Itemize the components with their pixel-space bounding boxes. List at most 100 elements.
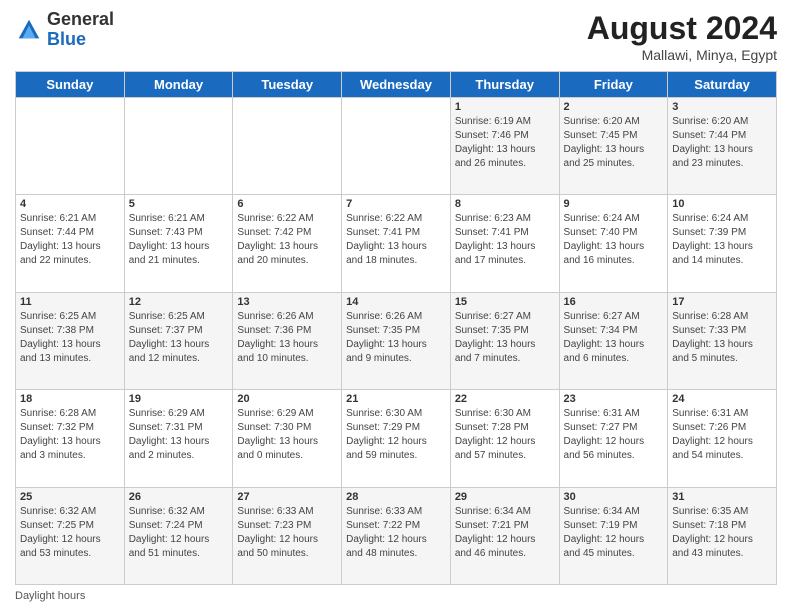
calendar-header-sunday: Sunday xyxy=(16,72,125,98)
calendar-cell: 7 Sunrise: 6:22 AM Sunset: 7:41 PM Daylig… xyxy=(342,195,451,292)
day-detail: Sunrise: 6:34 AM Sunset: 7:21 PM Dayligh… xyxy=(455,505,555,561)
day-number: 21 xyxy=(346,393,446,405)
calendar-cell: 15 Sunrise: 6:27 AM Sunset: 7:35 PM Dayli… xyxy=(450,292,559,389)
calendar-cell: 26 Sunrise: 6:32 AM Sunset: 7:24 PM Dayli… xyxy=(124,487,233,584)
day-number: 7 xyxy=(346,198,446,210)
day-detail: Sunrise: 6:28 AM Sunset: 7:33 PM Dayligh… xyxy=(672,310,772,366)
day-detail: Sunrise: 6:27 AM Sunset: 7:35 PM Dayligh… xyxy=(455,310,555,366)
calendar-cell: 13 Sunrise: 6:26 AM Sunset: 7:36 PM Dayli… xyxy=(233,292,342,389)
calendar-week-2: 4Sunrise: 6:21 AM Sunset: 7:44 PM Daylig… xyxy=(16,195,777,292)
day-number: 3 xyxy=(672,101,772,113)
calendar-cell: 20Sunrise: 6:29 AM Sunset: 7:30 PM Dayli… xyxy=(233,390,342,487)
day-number: 13 xyxy=(237,296,337,308)
day-number: 10 xyxy=(672,198,772,210)
calendar-cell: 1 Sunrise: 6:19 AM Sunset: 7:46 PM Daylig… xyxy=(450,98,559,195)
day-detail: Sunrise: 6:31 AM Sunset: 7:27 PM Dayligh… xyxy=(564,407,664,463)
day-detail: Sunrise: 6:32 AM Sunset: 7:24 PM Dayligh… xyxy=(129,505,229,561)
footer: Daylight hours xyxy=(15,590,777,602)
day-number: 2 xyxy=(564,101,664,113)
day-detail: Sunrise: 6:22 AM Sunset: 7:41 PM Dayligh… xyxy=(346,212,446,268)
day-detail: Sunrise: 6:25 AM Sunset: 7:38 PM Dayligh… xyxy=(20,310,120,366)
day-number: 11 xyxy=(20,296,120,308)
calendar-cell: 11 Sunrise: 6:25 AM Sunset: 7:38 PM Dayli… xyxy=(16,292,125,389)
day-detail: Sunrise: 6:22 AM Sunset: 7:42 PM Dayligh… xyxy=(237,212,337,268)
day-detail: Sunrise: 6:27 AM Sunset: 7:34 PM Dayligh… xyxy=(564,310,664,366)
calendar-cell: 24Sunrise: 6:31 AM Sunset: 7:26 PM Dayli… xyxy=(668,390,777,487)
day-detail: Sunrise: 6:29 AM Sunset: 7:30 PM Dayligh… xyxy=(237,407,337,463)
calendar-cell: 18 Sunrise: 6:28 AM Sunset: 7:32 PM Dayli… xyxy=(16,390,125,487)
day-detail: Sunrise: 6:23 AM Sunset: 7:41 PM Dayligh… xyxy=(455,212,555,268)
calendar-cell xyxy=(16,98,125,195)
calendar-cell: 25Sunrise: 6:32 AM Sunset: 7:25 PM Dayli… xyxy=(16,487,125,584)
day-detail: Sunrise: 6:30 AM Sunset: 7:29 PM Dayligh… xyxy=(346,407,446,463)
calendar-cell: 31 Sunrise: 6:35 AM Sunset: 7:18 PM Dayli… xyxy=(668,487,777,584)
calendar-header-friday: Friday xyxy=(559,72,668,98)
calendar-cell: 9 Sunrise: 6:24 AM Sunset: 7:40 PM Daylig… xyxy=(559,195,668,292)
daylight-label: Daylight hours xyxy=(15,590,85,602)
calendar-cell: 6Sunrise: 6:22 AM Sunset: 7:42 PM Daylig… xyxy=(233,195,342,292)
day-number: 5 xyxy=(129,198,229,210)
day-number: 9 xyxy=(564,198,664,210)
day-number: 25 xyxy=(20,491,120,503)
day-detail: Sunrise: 6:21 AM Sunset: 7:44 PM Dayligh… xyxy=(20,212,120,268)
day-number: 19 xyxy=(129,393,229,405)
calendar-cell: 16Sunrise: 6:27 AM Sunset: 7:34 PM Dayli… xyxy=(559,292,668,389)
day-detail: Sunrise: 6:29 AM Sunset: 7:31 PM Dayligh… xyxy=(129,407,229,463)
day-number: 27 xyxy=(237,491,337,503)
calendar-cell xyxy=(233,98,342,195)
day-number: 12 xyxy=(129,296,229,308)
day-detail: Sunrise: 6:26 AM Sunset: 7:36 PM Dayligh… xyxy=(237,310,337,366)
day-detail: Sunrise: 6:35 AM Sunset: 7:18 PM Dayligh… xyxy=(672,505,772,561)
calendar-cell: 23 Sunrise: 6:31 AM Sunset: 7:27 PM Dayli… xyxy=(559,390,668,487)
day-detail: Sunrise: 6:24 AM Sunset: 7:40 PM Dayligh… xyxy=(564,212,664,268)
day-detail: Sunrise: 6:20 AM Sunset: 7:44 PM Dayligh… xyxy=(672,115,772,171)
day-number: 15 xyxy=(455,296,555,308)
calendar-cell: 14Sunrise: 6:26 AM Sunset: 7:35 PM Dayli… xyxy=(342,292,451,389)
day-number: 31 xyxy=(672,491,772,503)
calendar-header-monday: Monday xyxy=(124,72,233,98)
logo-blue: Blue xyxy=(47,29,86,49)
day-detail: Sunrise: 6:34 AM Sunset: 7:19 PM Dayligh… xyxy=(564,505,664,561)
logo-general: General xyxy=(47,9,114,29)
day-detail: Sunrise: 6:30 AM Sunset: 7:28 PM Dayligh… xyxy=(455,407,555,463)
calendar-cell xyxy=(342,98,451,195)
calendar-week-4: 18 Sunrise: 6:28 AM Sunset: 7:32 PM Dayli… xyxy=(16,390,777,487)
location: Mallawi, Minya, Egypt xyxy=(587,47,777,63)
logo: General Blue xyxy=(15,10,114,50)
calendar-cell: 12 Sunrise: 6:25 AM Sunset: 7:37 PM Dayli… xyxy=(124,292,233,389)
day-detail: Sunrise: 6:19 AM Sunset: 7:46 PM Dayligh… xyxy=(455,115,555,171)
calendar-cell: 5Sunrise: 6:21 AM Sunset: 7:43 PM Daylig… xyxy=(124,195,233,292)
calendar-header-thursday: Thursday xyxy=(450,72,559,98)
day-detail: Sunrise: 6:28 AM Sunset: 7:32 PM Dayligh… xyxy=(20,407,120,463)
day-detail: Sunrise: 6:33 AM Sunset: 7:22 PM Dayligh… xyxy=(346,505,446,561)
calendar-cell: 3 Sunrise: 6:20 AM Sunset: 7:44 PM Daylig… xyxy=(668,98,777,195)
calendar: SundayMondayTuesdayWednesdayThursdayFrid… xyxy=(15,71,777,585)
day-number: 26 xyxy=(129,491,229,503)
calendar-cell xyxy=(124,98,233,195)
day-number: 22 xyxy=(455,393,555,405)
calendar-header-row: SundayMondayTuesdayWednesdayThursdayFrid… xyxy=(16,72,777,98)
calendar-cell: 21 Sunrise: 6:30 AM Sunset: 7:29 PM Dayli… xyxy=(342,390,451,487)
calendar-cell: 29Sunrise: 6:34 AM Sunset: 7:21 PM Dayli… xyxy=(450,487,559,584)
calendar-cell: 28Sunrise: 6:33 AM Sunset: 7:22 PM Dayli… xyxy=(342,487,451,584)
calendar-cell: 27Sunrise: 6:33 AM Sunset: 7:23 PM Dayli… xyxy=(233,487,342,584)
header: General Blue August 2024 Mallawi, Minya,… xyxy=(15,10,777,63)
calendar-week-1: 1 Sunrise: 6:19 AM Sunset: 7:46 PM Daylig… xyxy=(16,98,777,195)
month-year: August 2024 xyxy=(587,10,777,47)
page: General Blue August 2024 Mallawi, Minya,… xyxy=(0,0,792,612)
day-number: 18 xyxy=(20,393,120,405)
day-number: 23 xyxy=(564,393,664,405)
day-number: 17 xyxy=(672,296,772,308)
day-number: 8 xyxy=(455,198,555,210)
logo-icon xyxy=(15,16,43,44)
day-detail: Sunrise: 6:25 AM Sunset: 7:37 PM Dayligh… xyxy=(129,310,229,366)
logo-text: General Blue xyxy=(47,10,114,50)
day-number: 1 xyxy=(455,101,555,113)
calendar-header-tuesday: Tuesday xyxy=(233,72,342,98)
day-detail: Sunrise: 6:26 AM Sunset: 7:35 PM Dayligh… xyxy=(346,310,446,366)
day-detail: Sunrise: 6:24 AM Sunset: 7:39 PM Dayligh… xyxy=(672,212,772,268)
day-detail: Sunrise: 6:20 AM Sunset: 7:45 PM Dayligh… xyxy=(564,115,664,171)
calendar-header-wednesday: Wednesday xyxy=(342,72,451,98)
calendar-cell: 22 Sunrise: 6:30 AM Sunset: 7:28 PM Dayli… xyxy=(450,390,559,487)
calendar-week-5: 25Sunrise: 6:32 AM Sunset: 7:25 PM Dayli… xyxy=(16,487,777,584)
